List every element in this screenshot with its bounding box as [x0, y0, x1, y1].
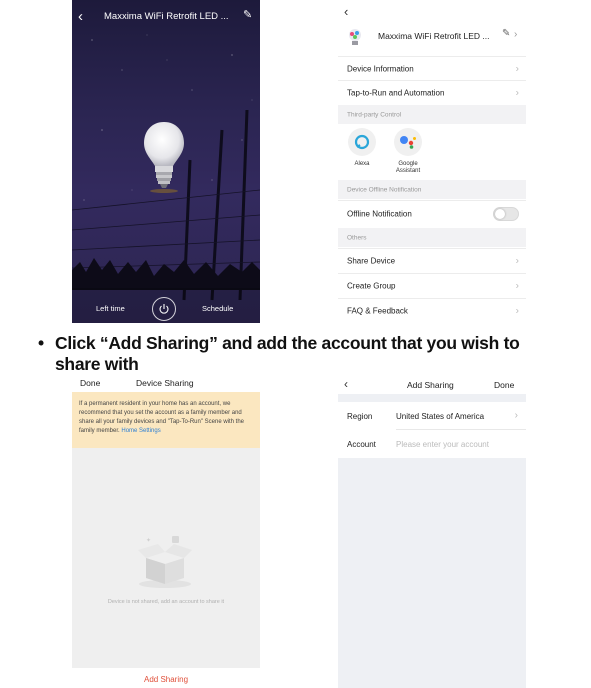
device-sharing-screen: Done Device Sharing If a permanent resid… [72, 374, 260, 688]
row-label: Create Group [347, 281, 396, 291]
google-assistant-label: Google Assistant [395, 161, 421, 174]
chevron-right-icon: › [515, 255, 519, 267]
region-label: Region [347, 412, 373, 421]
alexa-tile[interactable]: Alexa [342, 128, 382, 168]
account-label: Account [347, 440, 376, 449]
instruction-text: Click “Add Sharing” and add the account … [55, 333, 520, 374]
empty-box-icon: ✦ [138, 536, 192, 588]
schedule-button[interactable]: Schedule [202, 304, 233, 313]
page-title: Add Sharing [407, 380, 454, 390]
left-time-button[interactable]: Left time [96, 304, 125, 313]
tap-to-run-row[interactable]: Tap-to-Run and Automation › [338, 80, 526, 104]
offline-notification-toggle[interactable] [493, 207, 519, 221]
google-assistant-icon [394, 128, 422, 156]
device-title: Maxxima WiFi Retrofit LED ... [104, 11, 229, 22]
row-label: Tap-to-Run and Automation [347, 88, 445, 97]
chevron-right-icon: › [515, 63, 519, 74]
chevron-right-icon: › [514, 29, 518, 40]
toggle-knob [495, 209, 505, 219]
faq-feedback-row[interactable]: FAQ & Feedback › [338, 298, 526, 322]
add-sharing-screen: ‹ Add Sharing Done Region United States … [338, 374, 526, 688]
device-information-row[interactable]: Device Information › [338, 56, 526, 80]
svg-text:✦: ✦ [146, 537, 151, 544]
section-header-label: Others [347, 234, 367, 241]
edit-icon[interactable]: ✎ [502, 28, 510, 39]
device-bulb-icon [349, 29, 361, 45]
back-icon[interactable]: ‹ [78, 8, 83, 25]
account-row: Account [338, 430, 526, 458]
google-assistant-tile[interactable]: Google Assistant [388, 128, 428, 175]
chevron-right-icon: › [515, 305, 519, 316]
power-button[interactable] [152, 297, 176, 321]
device-name: Maxxima WiFi Retrofit LED ... [378, 31, 490, 41]
section-header-label: Device Offline Notification [347, 186, 422, 193]
share-form: Region United States of America › Accoun… [338, 402, 526, 458]
share-device-row[interactable]: Share Device › [338, 248, 526, 273]
row-label: FAQ & Feedback [347, 306, 408, 315]
empty-state-text: Device is not shared, add an account to … [107, 599, 225, 605]
region-row[interactable]: Region United States of America › [338, 402, 526, 430]
section-header: Device Offline Notification [338, 180, 526, 199]
power-icon [159, 304, 169, 314]
done-button[interactable]: Done [494, 380, 514, 390]
region-value: United States of America [396, 412, 485, 421]
notice-text: If a permanent resident in your home has… [79, 401, 245, 434]
device-header-row[interactable]: Maxxima WiFi Retrofit LED ... ✎ › [338, 20, 526, 52]
section-header-label: Third-party Control [347, 111, 402, 118]
row-label: Offline Notification [347, 209, 412, 219]
section-header: Others [338, 228, 526, 247]
family-notice-banner: If a permanent resident in your home has… [72, 392, 260, 448]
page-title: Device Sharing [136, 378, 194, 388]
section-header: Third-party Control [338, 105, 526, 124]
bulb-icon[interactable] [142, 120, 186, 196]
chevron-right-icon: › [515, 87, 519, 98]
row-label: Share Device [347, 256, 396, 266]
bullet-icon: • [38, 333, 44, 353]
add-sharing-button[interactable]: Add Sharing [72, 675, 260, 684]
offline-notification-row: Offline Notification [338, 200, 526, 227]
home-settings-link[interactable]: Home Settings [121, 428, 160, 434]
account-input[interactable] [396, 436, 516, 452]
alexa-label: Alexa [354, 161, 370, 167]
create-group-row[interactable]: Create Group › [338, 273, 526, 298]
edit-icon[interactable]: ✎ [243, 8, 252, 21]
chevron-right-icon: › [515, 280, 519, 292]
done-button[interactable]: Done [80, 378, 100, 388]
chevron-right-icon: › [514, 410, 518, 421]
back-icon[interactable]: ‹ [344, 377, 348, 391]
alexa-icon [348, 128, 376, 156]
bulb-control-screen: ‹ Maxxima WiFi Retrofit LED ... ✎ Left t… [72, 0, 260, 323]
row-label: Device Information [347, 64, 414, 73]
back-icon[interactable]: ‹ [344, 4, 348, 19]
device-settings-screen: ‹ Maxxima WiFi Retrofit LED ... ✎ › Devi… [338, 0, 526, 322]
